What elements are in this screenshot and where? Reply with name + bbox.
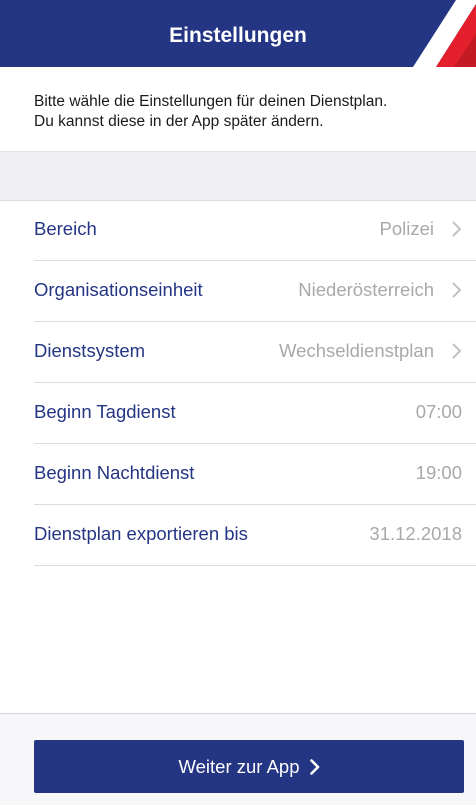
setting-row-bereich[interactable]: Bereich Polizei: [34, 200, 476, 261]
setting-value: 07:00: [415, 401, 462, 422]
settings-list: Bereich Polizei Organisationseinheit Nie…: [0, 200, 476, 566]
setting-label: Beginn Nachtdienst: [34, 462, 195, 483]
setting-value: Niederösterreich: [298, 279, 434, 300]
intro-text: Bitte wähle die Einstellungen für deinen…: [34, 92, 464, 132]
chevron-right-icon: [452, 221, 461, 237]
setting-row-dienstsystem[interactable]: Dienstsystem Wechseldienstplan: [34, 322, 476, 383]
setting-row-beginn-nachtdienst[interactable]: Beginn Nachtdienst 19:00: [34, 444, 476, 505]
setting-row-export-bis[interactable]: Dienstplan exportieren bis 31.12.2018: [34, 505, 476, 566]
settings-screen: Einstellungen Bitte wähle die Einstellun…: [0, 0, 476, 805]
setting-row-organisationseinheit[interactable]: Organisationseinheit Niederösterreich: [34, 261, 476, 322]
setting-label: Beginn Tagdienst: [34, 401, 176, 422]
setting-value: Wechseldienstplan: [279, 340, 434, 361]
setting-value: Polizei: [379, 218, 435, 239]
setting-value: 31.12.2018: [369, 523, 462, 544]
setting-value: 19:00: [415, 462, 462, 483]
header-bar: Einstellungen: [0, 0, 476, 67]
setting-label: Dienstsystem: [34, 340, 146, 361]
section-separator: [0, 151, 476, 201]
continue-button-label: Weiter zur App: [178, 755, 300, 777]
chevron-right-icon: [452, 343, 461, 359]
continue-to-app-button[interactable]: Weiter zur App: [34, 740, 464, 793]
setting-row-beginn-tagdienst[interactable]: Beginn Tagdienst 07:00: [34, 383, 476, 444]
setting-label: Organisationseinheit: [34, 279, 203, 300]
chevron-right-icon: [452, 282, 461, 298]
intro-line-2: Du kannst diese in der App später ändern…: [34, 113, 324, 130]
footer-bar: Weiter zur App: [0, 713, 476, 805]
setting-label: Bereich: [34, 218, 97, 239]
intro-line-1: Bitte wähle die Einstellungen für deinen…: [34, 93, 388, 110]
flag-stripes-logo: [413, 0, 476, 67]
chevron-right-icon: [309, 758, 319, 775]
setting-label: Dienstplan exportieren bis: [34, 523, 248, 544]
